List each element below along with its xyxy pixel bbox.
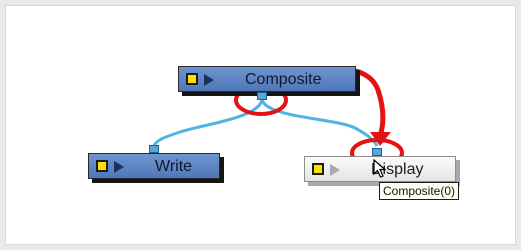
- port-tooltip: Composite(0): [379, 182, 460, 200]
- composite-node-label: Composite: [245, 71, 322, 88]
- composite-node[interactable]: Composite: [178, 66, 356, 92]
- enable-chip-icon[interactable]: [312, 163, 324, 175]
- composite-output-port[interactable]: [257, 92, 267, 100]
- play-arrow-icon: [330, 164, 340, 176]
- enable-chip-icon[interactable]: [96, 160, 108, 172]
- display-input-port[interactable]: [372, 148, 382, 156]
- write-input-port[interactable]: [149, 145, 159, 153]
- enable-chip-icon[interactable]: [186, 73, 198, 85]
- write-node-label: Write: [155, 158, 193, 175]
- connection-layer: [152, 66, 404, 168]
- arrow-cursor-icon: [373, 159, 387, 178]
- play-arrow-icon: [114, 161, 124, 173]
- write-node[interactable]: Write: [88, 153, 220, 179]
- wire-composite-to-display[interactable]: [260, 99, 379, 147]
- play-arrow-icon: [204, 74, 214, 86]
- wire-composite-to-write[interactable]: [152, 99, 264, 147]
